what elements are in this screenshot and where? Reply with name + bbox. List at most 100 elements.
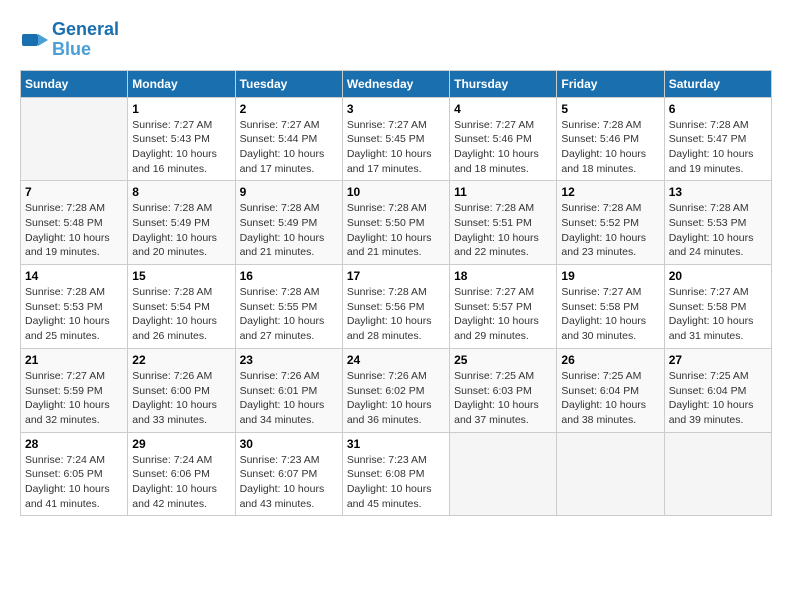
day-info: Sunrise: 7:25 AMSunset: 6:03 PMDaylight:… [454, 369, 552, 428]
day-number: 10 [347, 185, 445, 199]
calendar-cell: 17 Sunrise: 7:28 AMSunset: 5:56 PMDayligh… [342, 265, 449, 349]
calendar-cell: 26Sunrise: 7:25 AMSunset: 6:04 PMDayligh… [557, 348, 664, 432]
day-info: Sunrise: 7:28 AMSunset: 5:50 PMDaylight:… [347, 201, 445, 260]
calendar-cell: 12 Sunrise: 7:28 AMSunset: 5:52 PMDayligh… [557, 181, 664, 265]
day-info: Sunrise: 7:24 AMSunset: 6:05 PMDaylight:… [25, 453, 123, 512]
calendar-header: SundayMondayTuesdayWednesdayThursdayFrid… [21, 70, 772, 97]
day-info: Sunrise: 7:27 AMSunset: 5:45 PMDaylight:… [347, 118, 445, 177]
day-info: Sunrise: 7:25 AMSunset: 6:04 PMDaylight:… [669, 369, 767, 428]
header-cell-wednesday: Wednesday [342, 70, 449, 97]
day-info: Sunrise: 7:23 AMSunset: 6:07 PMDaylight:… [240, 453, 338, 512]
day-number: 26 [561, 353, 659, 367]
day-number: 18 [454, 269, 552, 283]
day-number: 3 [347, 102, 445, 116]
header-cell-thursday: Thursday [450, 70, 557, 97]
day-info: Sunrise: 7:27 AMSunset: 5:59 PMDaylight:… [25, 369, 123, 428]
calendar-week-4: 21 Sunrise: 7:27 AMSunset: 5:59 PMDayligh… [21, 348, 772, 432]
calendar-cell [557, 432, 664, 516]
calendar-cell: 1 Sunrise: 7:27 AMSunset: 5:43 PMDaylight… [128, 97, 235, 181]
calendar-cell: 21 Sunrise: 7:27 AMSunset: 5:59 PMDayligh… [21, 348, 128, 432]
calendar-cell: 11 Sunrise: 7:28 AMSunset: 5:51 PMDayligh… [450, 181, 557, 265]
calendar-cell: 7 Sunrise: 7:28 AMSunset: 5:48 PMDaylight… [21, 181, 128, 265]
calendar-cell: 13Sunrise: 7:28 AMSunset: 5:53 PMDayligh… [664, 181, 771, 265]
logo: General Blue [20, 20, 119, 60]
header-cell-sunday: Sunday [21, 70, 128, 97]
day-info: Sunrise: 7:27 AMSunset: 5:58 PMDaylight:… [561, 285, 659, 344]
day-number: 6 [669, 102, 767, 116]
day-number: 12 [561, 185, 659, 199]
day-info: Sunrise: 7:24 AMSunset: 6:06 PMDaylight:… [132, 453, 230, 512]
calendar-body: 1 Sunrise: 7:27 AMSunset: 5:43 PMDaylight… [21, 97, 772, 516]
calendar-week-1: 1 Sunrise: 7:27 AMSunset: 5:43 PMDaylight… [21, 97, 772, 181]
day-info: Sunrise: 7:23 AMSunset: 6:08 PMDaylight:… [347, 453, 445, 512]
calendar-cell: 9 Sunrise: 7:28 AMSunset: 5:49 PMDaylight… [235, 181, 342, 265]
calendar-cell [21, 97, 128, 181]
calendar-cell: 28 Sunrise: 7:24 AMSunset: 6:05 PMDayligh… [21, 432, 128, 516]
day-number: 20 [669, 269, 767, 283]
calendar-cell: 30 Sunrise: 7:23 AMSunset: 6:07 PMDayligh… [235, 432, 342, 516]
logo-icon [20, 26, 48, 54]
calendar-cell: 29 Sunrise: 7:24 AMSunset: 6:06 PMDayligh… [128, 432, 235, 516]
calendar-cell: 27 Sunrise: 7:25 AMSunset: 6:04 PMDayligh… [664, 348, 771, 432]
calendar-week-3: 14 Sunrise: 7:28 AMSunset: 5:53 PMDayligh… [21, 265, 772, 349]
header-cell-monday: Monday [128, 70, 235, 97]
day-number: 5 [561, 102, 659, 116]
day-info: Sunrise: 7:28 AMSunset: 5:46 PMDaylight:… [561, 118, 659, 177]
day-info: Sunrise: 7:27 AMSunset: 5:46 PMDaylight:… [454, 118, 552, 177]
day-info: Sunrise: 7:27 AMSunset: 5:43 PMDaylight:… [132, 118, 230, 177]
day-number: 14 [25, 269, 123, 283]
header-cell-friday: Friday [557, 70, 664, 97]
day-number: 4 [454, 102, 552, 116]
day-number: 22 [132, 353, 230, 367]
day-info: Sunrise: 7:28 AMSunset: 5:52 PMDaylight:… [561, 201, 659, 260]
day-info: Sunrise: 7:28 AMSunset: 5:49 PMDaylight:… [132, 201, 230, 260]
calendar-cell [664, 432, 771, 516]
calendar-cell: 31 Sunrise: 7:23 AMSunset: 6:08 PMDayligh… [342, 432, 449, 516]
calendar-week-2: 7 Sunrise: 7:28 AMSunset: 5:48 PMDaylight… [21, 181, 772, 265]
page-header: General Blue [20, 20, 772, 60]
day-number: 15 [132, 269, 230, 283]
day-number: 23 [240, 353, 338, 367]
calendar-week-5: 28 Sunrise: 7:24 AMSunset: 6:05 PMDayligh… [21, 432, 772, 516]
day-number: 11 [454, 185, 552, 199]
calendar-cell: 18 Sunrise: 7:27 AMSunset: 5:57 PMDayligh… [450, 265, 557, 349]
day-number: 21 [25, 353, 123, 367]
day-info: Sunrise: 7:28 AMSunset: 5:51 PMDaylight:… [454, 201, 552, 260]
day-number: 1 [132, 102, 230, 116]
calendar-cell: 16 Sunrise: 7:28 AMSunset: 5:55 PMDayligh… [235, 265, 342, 349]
day-number: 2 [240, 102, 338, 116]
day-info: Sunrise: 7:28 AMSunset: 5:56 PMDaylight:… [347, 285, 445, 344]
day-info: Sunrise: 7:26 AMSunset: 6:01 PMDaylight:… [240, 369, 338, 428]
day-number: 31 [347, 437, 445, 451]
day-info: Sunrise: 7:27 AMSunset: 5:57 PMDaylight:… [454, 285, 552, 344]
calendar-cell: 25 Sunrise: 7:25 AMSunset: 6:03 PMDayligh… [450, 348, 557, 432]
calendar-cell: 23 Sunrise: 7:26 AMSunset: 6:01 PMDayligh… [235, 348, 342, 432]
day-info: Sunrise: 7:26 AMSunset: 6:00 PMDaylight:… [132, 369, 230, 428]
day-info: Sunrise: 7:28 AMSunset: 5:53 PMDaylight:… [25, 285, 123, 344]
day-number: 7 [25, 185, 123, 199]
day-number: 29 [132, 437, 230, 451]
day-number: 13 [669, 185, 767, 199]
day-number: 9 [240, 185, 338, 199]
day-info: Sunrise: 7:27 AMSunset: 5:44 PMDaylight:… [240, 118, 338, 177]
day-number: 8 [132, 185, 230, 199]
logo-text: General Blue [52, 20, 119, 60]
day-info: Sunrise: 7:28 AMSunset: 5:47 PMDaylight:… [669, 118, 767, 177]
day-number: 25 [454, 353, 552, 367]
calendar-cell: 2 Sunrise: 7:27 AMSunset: 5:44 PMDaylight… [235, 97, 342, 181]
day-number: 17 [347, 269, 445, 283]
calendar-cell: 5 Sunrise: 7:28 AMSunset: 5:46 PMDaylight… [557, 97, 664, 181]
calendar-cell: 10 Sunrise: 7:28 AMSunset: 5:50 PMDayligh… [342, 181, 449, 265]
day-number: 16 [240, 269, 338, 283]
day-info: Sunrise: 7:28 AMSunset: 5:49 PMDaylight:… [240, 201, 338, 260]
day-info: Sunrise: 7:28 AMSunset: 5:54 PMDaylight:… [132, 285, 230, 344]
calendar-cell [450, 432, 557, 516]
day-number: 30 [240, 437, 338, 451]
calendar-cell: 4 Sunrise: 7:27 AMSunset: 5:46 PMDaylight… [450, 97, 557, 181]
day-info: Sunrise: 7:28 AMSunset: 5:48 PMDaylight:… [25, 201, 123, 260]
day-number: 27 [669, 353, 767, 367]
day-info: Sunrise: 7:28 AMSunset: 5:55 PMDaylight:… [240, 285, 338, 344]
calendar-table: SundayMondayTuesdayWednesdayThursdayFrid… [20, 70, 772, 517]
calendar-cell: 19Sunrise: 7:27 AMSunset: 5:58 PMDayligh… [557, 265, 664, 349]
day-number: 28 [25, 437, 123, 451]
